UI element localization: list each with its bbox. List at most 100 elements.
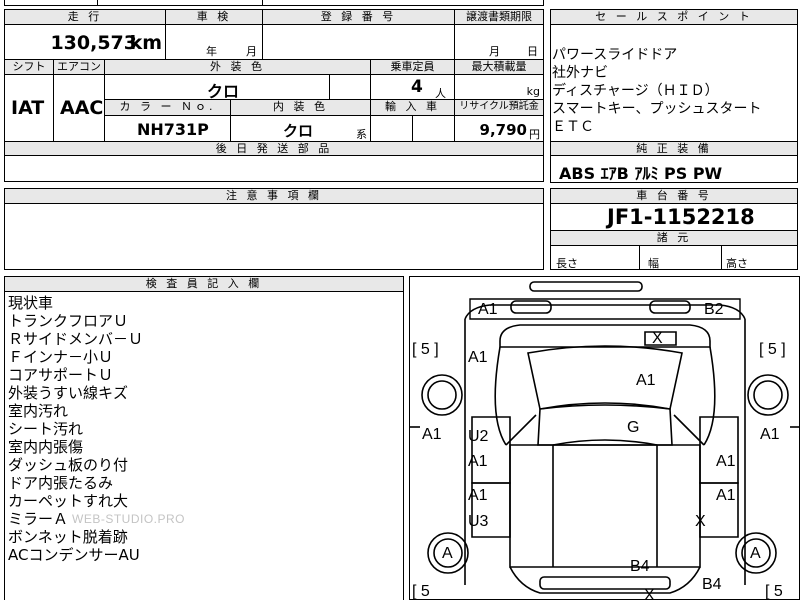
shaken-year-unit: 年: [206, 45, 217, 58]
tire-front-right-tread: [ 5 ]: [759, 341, 786, 358]
later-parts-header: 後 日 発 送 部 品: [4, 141, 544, 156]
standard-equipment-header: 純 正 装 備: [550, 141, 798, 156]
height-label: 高さ: [726, 257, 748, 270]
recycle-deposit-unit: 円: [529, 128, 540, 141]
inspector-note: 室内汚れ: [8, 402, 69, 420]
height-cell: 高さ: [721, 245, 798, 270]
sales-point-line: スマートキー、プッシュスタート: [552, 101, 762, 117]
chassis-number-value: JF1-1152218: [607, 205, 755, 229]
mark-front-fender-left: A1: [468, 349, 488, 366]
transfer-month-unit: 月: [489, 45, 500, 58]
load-capacity-header: 最大積載量: [454, 59, 544, 75]
mileage-cell: 130,573 km: [4, 24, 166, 60]
interior-color-suffix: 系: [356, 128, 367, 141]
capacity-header: 乗車定員: [370, 59, 455, 75]
exterior-color-cell: クロ: [104, 74, 330, 101]
tire-front-left-tread: [ 5 ]: [412, 341, 439, 358]
recycle-deposit-value: 9,790: [479, 121, 527, 139]
mark-wheel-left: A: [442, 545, 453, 562]
chassis-number-cell: JF1-1152218: [550, 203, 798, 231]
import-car-cell-b: [412, 115, 455, 142]
capacity-value: 4: [411, 77, 423, 97]
inspector-notes-header: 検 査 員 記 入 欄: [4, 276, 404, 292]
chassis-number-header: 車 台 番 号: [550, 188, 798, 204]
mark-rear-door-right-1: A1: [716, 487, 736, 504]
shaken-cell: 年 月: [165, 24, 263, 60]
load-capacity-cell: kg: [454, 74, 544, 100]
shaken-header: 車 検: [165, 9, 263, 25]
mileage-header: 走 行: [4, 9, 166, 25]
tire-rear-left-tread: [ 5: [412, 583, 430, 600]
sales-point-line: ディスチャージ（ＨＩＤ）: [552, 83, 719, 99]
mark-wheel-right: A: [750, 545, 761, 562]
ac-header: エアコン: [53, 59, 105, 75]
recycle-deposit-cell: 9,790 円: [454, 115, 544, 142]
mark-front-door-left-1: U2: [468, 428, 489, 445]
mark-rear-bumper-right: B4: [702, 576, 722, 593]
mark-front-door-right: A1: [716, 453, 736, 470]
mark-left-side: A1: [422, 426, 442, 443]
mark-front-door-left-2: A1: [468, 453, 488, 470]
top-strip-mid: [97, 0, 263, 6]
exterior-color-header: 外 装 色: [104, 59, 371, 75]
inspector-note: 現状車: [8, 294, 54, 312]
mark-trunk: B4: [630, 558, 650, 575]
mark-rear-door-right-2: X: [695, 513, 706, 530]
sales-point-cell: パワースライドドア 社外ナビ ディスチャージ（ＨＩＤ） スマートキー、プッシュス…: [550, 24, 798, 142]
inspector-note: ダッシュ板のり付: [8, 456, 129, 474]
interior-color-value: クロ: [283, 122, 314, 140]
inspector-notes-cell: 現状車 トランクフロアＵ Ｒサイドメンバ－Ｕ Ｆインナ－小Ｕ コアサポートＵ 外…: [4, 291, 404, 600]
mark-roof: G: [627, 419, 640, 436]
load-capacity-unit: kg: [526, 85, 540, 98]
inspector-note: シート汚れ: [8, 420, 84, 438]
inspector-note: ボンネット脱着跡: [8, 528, 128, 546]
inspector-note: トランクフロアＵ: [8, 312, 129, 330]
color-number-cell: NH731P: [104, 115, 231, 142]
caution-cell: [4, 203, 544, 270]
top-strip-right: [262, 0, 544, 6]
mark-right-side: A1: [760, 426, 780, 443]
width-cell: 幅: [639, 245, 722, 270]
registration-header: 登 録 番 号: [262, 9, 455, 25]
specs-header: 諸 元: [550, 230, 798, 246]
shaken-month-unit: 月: [246, 45, 257, 58]
mark-rear-window: X: [644, 587, 655, 600]
exterior-color-extra-cell: [329, 74, 371, 100]
inspector-note: Ｒサイドメンバ－Ｕ: [8, 330, 144, 348]
caution-header: 注 意 事 項 欄: [4, 188, 544, 204]
mileage-value: 130,573: [50, 32, 137, 54]
mark-windshield: X: [652, 330, 663, 347]
shift-cell: IAT: [4, 74, 54, 142]
sales-point-line: パワースライドドア: [552, 47, 678, 63]
capacity-cell: 4 人: [370, 74, 455, 100]
length-label: 長さ: [556, 257, 578, 270]
later-parts-cell: [4, 155, 544, 182]
inspector-note: コアサポートＵ: [8, 366, 114, 384]
inspector-note: ACコンデンサーAU: [8, 546, 140, 564]
width-label: 幅: [648, 257, 659, 270]
mark-rear-door-left-2: U3: [468, 513, 489, 530]
color-number-header: カ ラ ー Ｎｏ.: [104, 99, 231, 116]
mark-rear-door-left-1: A1: [468, 487, 488, 504]
ac-cell: AAC: [53, 74, 105, 142]
sales-point-line: ＥＴＣ: [552, 119, 594, 135]
mark-front-bumper-left: A1: [478, 301, 498, 318]
registration-cell: [262, 24, 455, 60]
watermark: WEB-STUDIO.PRO: [72, 512, 186, 526]
import-car-cell-a: [370, 115, 413, 142]
shift-value: IAT: [11, 97, 45, 119]
ac-value: AAC: [60, 97, 104, 119]
sales-point-list: パワースライドドア 社外ナビ ディスチャージ（ＨＩＤ） スマートキー、プッシュス…: [552, 46, 761, 136]
recycle-deposit-header: リサイクル預託金: [454, 99, 544, 116]
import-car-header: 輸 入 車: [370, 99, 455, 116]
transfer-deadline-header: 譲渡書類期限: [454, 9, 544, 25]
interior-color-cell: クロ 系: [230, 115, 371, 142]
transfer-deadline-cell: 月 日: [454, 24, 544, 60]
tire-rear-right-tread: [ 5: [765, 583, 783, 600]
shift-header: シフト: [4, 59, 54, 75]
transfer-day-unit: 日: [527, 45, 538, 58]
standard-equipment-value: ABS ｴｱB ｱﾙﾐ PS PW: [559, 164, 723, 183]
sales-point-line: 社外ナビ: [552, 65, 608, 81]
interior-color-header: 内 装 色: [230, 99, 371, 116]
sales-point-header: セ ー ル ス ポ イ ン ト: [550, 9, 798, 25]
